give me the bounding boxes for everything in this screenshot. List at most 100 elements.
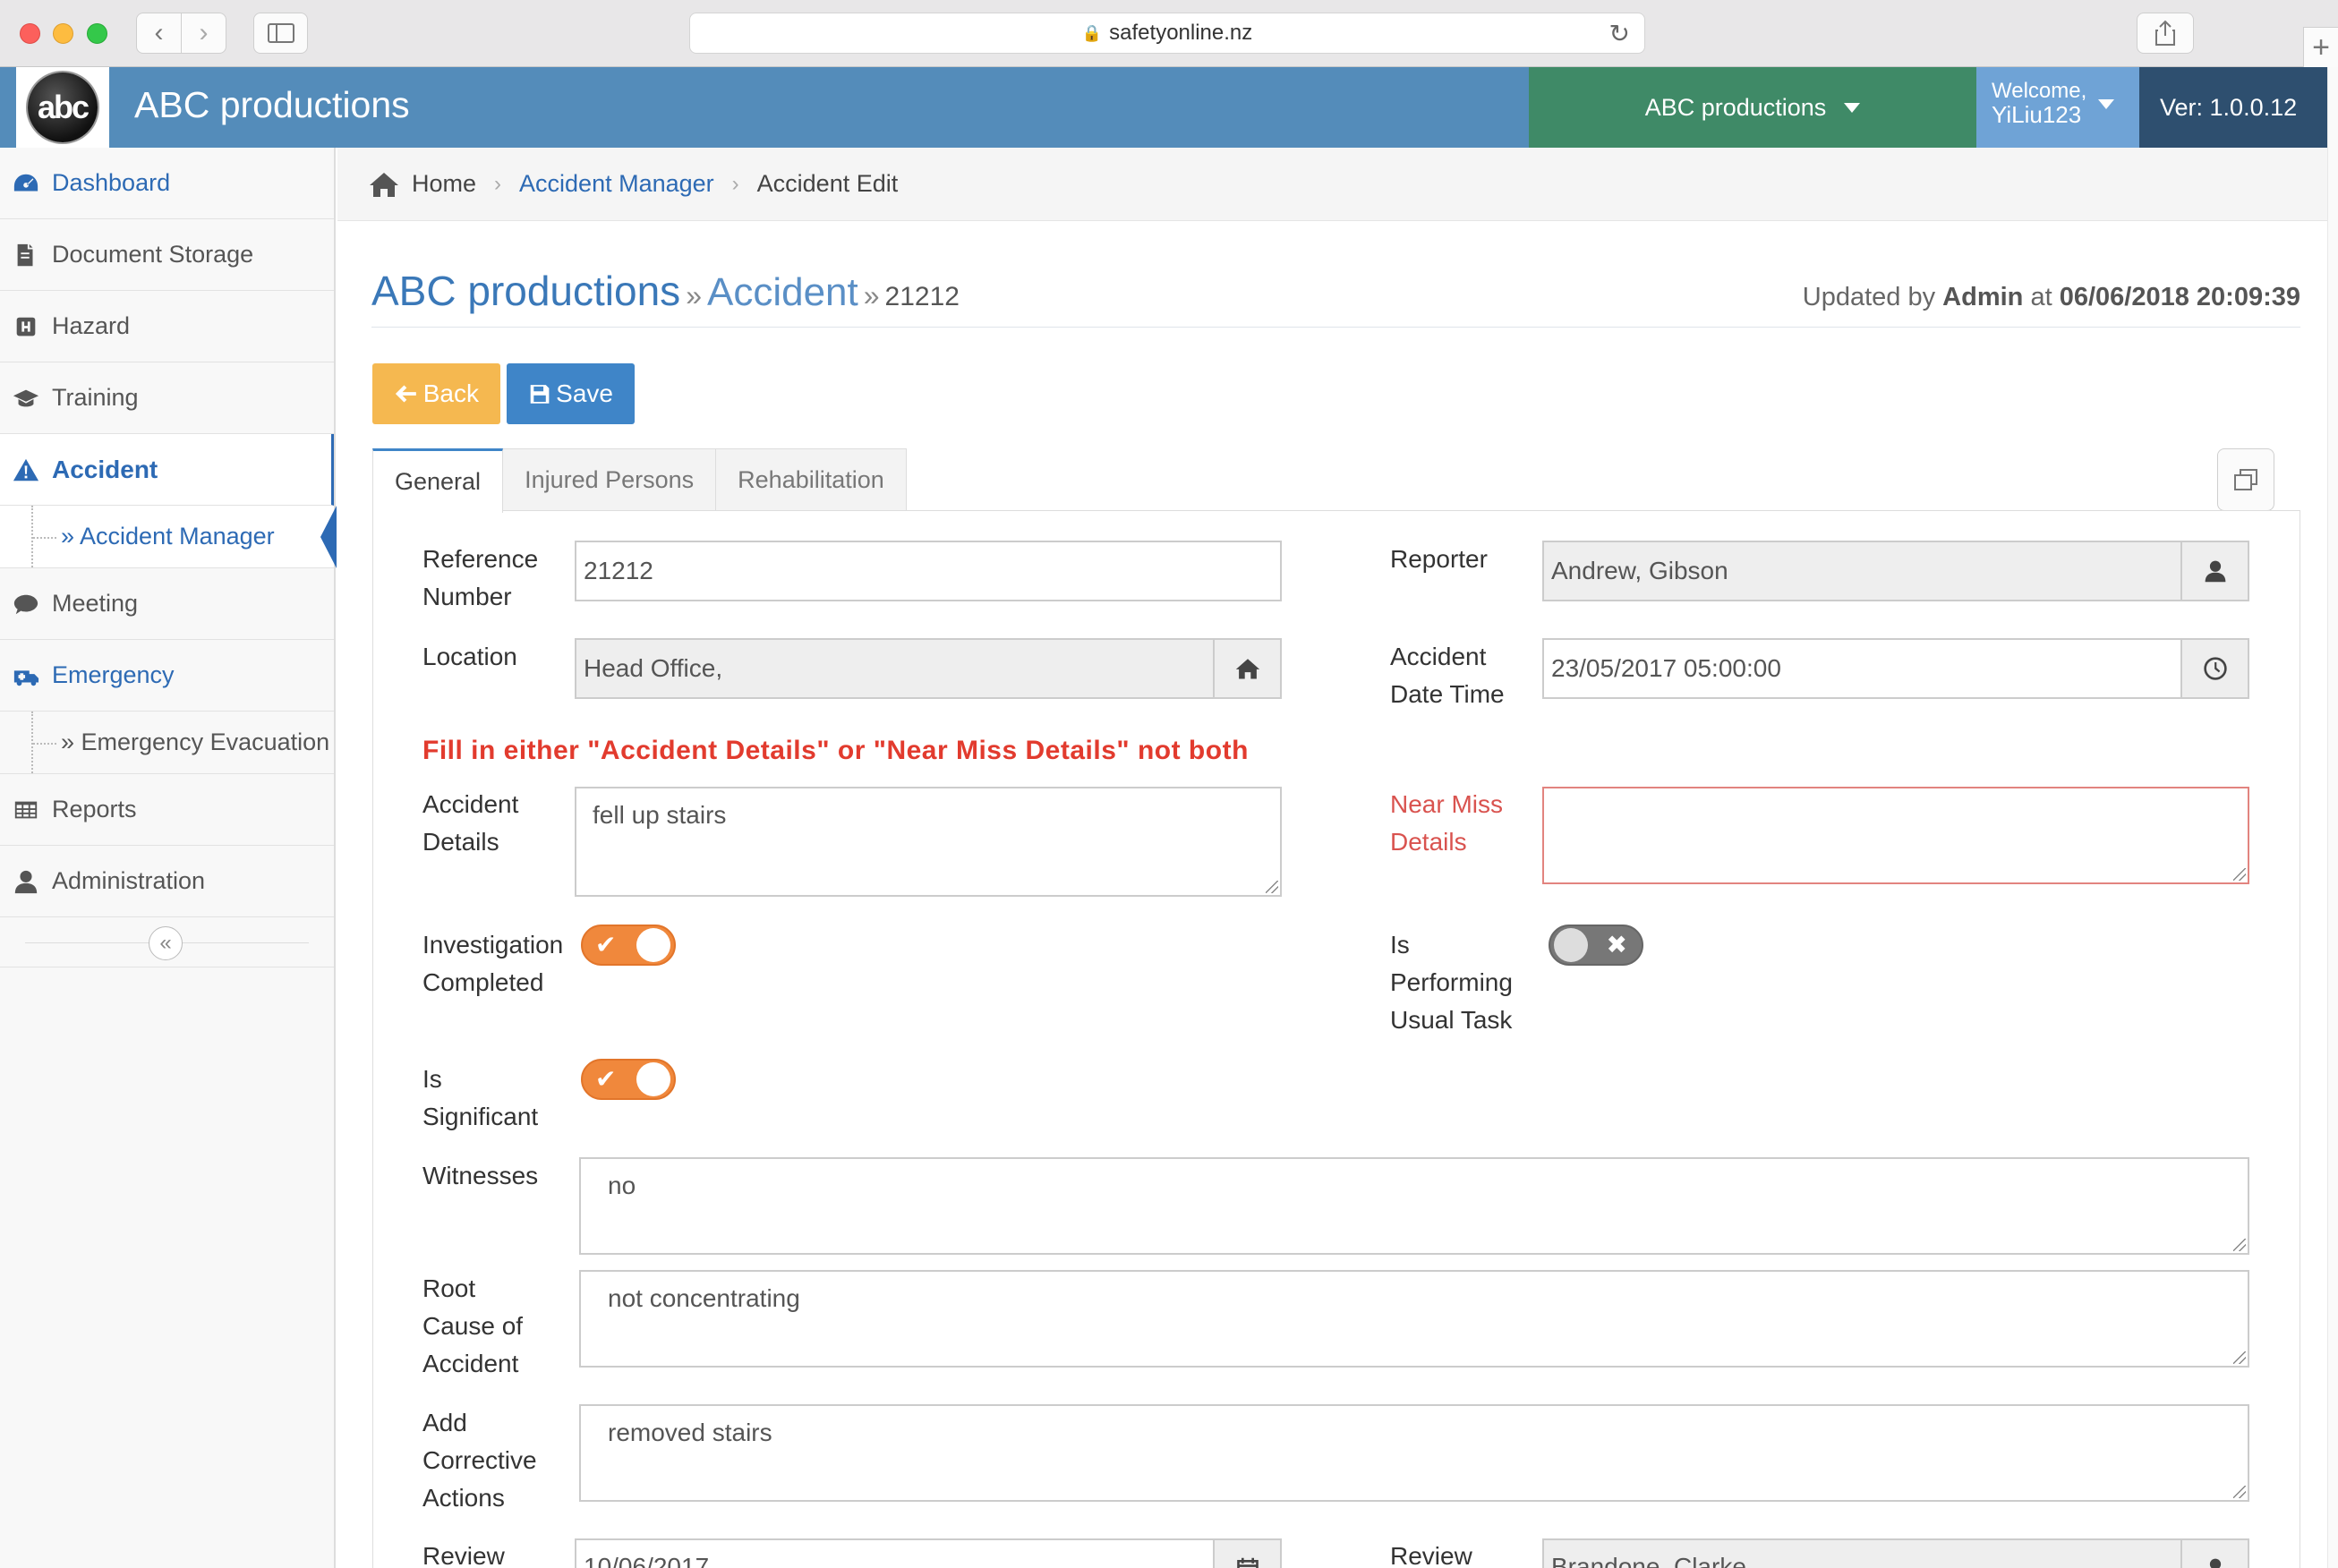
browser-forward-button[interactable]: › — [181, 13, 226, 54]
chevron-right-icon: › — [199, 18, 209, 47]
sidebar-item-meeting[interactable]: Meeting — [0, 568, 334, 640]
calendar-icon — [1236, 1557, 1259, 1568]
label-line: Investigation — [422, 931, 564, 959]
user-menu-dropdown[interactable]: Welcome, YiLiu123 — [1976, 67, 2139, 148]
near-miss-details-textarea[interactable] — [1542, 787, 2249, 884]
breadcrumb-home[interactable]: Home — [412, 170, 476, 198]
updated-at: 06/06/2018 20:09:39 — [2059, 283, 2300, 311]
review-date-value: 10/06/2017 — [584, 1553, 710, 1568]
review-date-picker-button[interactable] — [1213, 1538, 1282, 1568]
location-picker-button[interactable] — [1213, 638, 1282, 699]
datetime-picker-button[interactable] — [2180, 638, 2249, 699]
page-title-record: 21212 — [884, 282, 960, 311]
sidebar-item-document-storage[interactable]: Document Storage — [0, 219, 334, 291]
clock-icon — [2203, 657, 2227, 680]
sidebar-icon — [267, 23, 294, 43]
sidebar-item-hazard[interactable]: Hazard — [0, 291, 334, 362]
witnesses-textarea[interactable]: no — [579, 1157, 2249, 1255]
reporter-picker-button[interactable] — [2180, 541, 2249, 601]
sidebar-item-label: Emergency — [52, 661, 175, 688]
label-line: Number — [422, 583, 512, 610]
logo-container[interactable]: abc — [16, 67, 109, 148]
sidebar-toggle-button[interactable] — [253, 13, 308, 54]
usual-task-toggle[interactable]: ✖ — [1549, 925, 1643, 966]
sidebar-item-reports[interactable]: Reports — [0, 774, 334, 846]
toggle-knob — [636, 1062, 670, 1096]
root-cause-label: Root Cause of Accident — [422, 1270, 523, 1383]
accident-details-textarea[interactable]: fell up stairs — [575, 787, 1282, 897]
sidebar-item-emergency[interactable]: Emergency — [0, 640, 334, 712]
label-line: Add — [422, 1409, 467, 1436]
reference-number-input[interactable]: 21212 — [575, 541, 1282, 601]
accident-datetime-value: 23/05/2017 05:00:00 — [1551, 654, 1781, 682]
resize-handle[interactable] — [2233, 1351, 2246, 1364]
reporter-value: Andrew, Gibson — [1551, 557, 1728, 584]
corrective-actions-textarea[interactable]: removed stairs — [579, 1404, 2249, 1502]
corrective-actions-label: Add Corrective Actions — [422, 1404, 537, 1517]
sidebar: Dashboard Document Storage Hazard Traini… — [0, 148, 337, 1568]
label-line: Near Miss — [1390, 790, 1504, 818]
comment-icon — [0, 591, 52, 618]
close-window-button[interactable] — [20, 23, 40, 44]
chevron-right-icon: › — [494, 171, 502, 196]
warning-icon — [0, 456, 52, 483]
tab-general[interactable]: General — [372, 448, 504, 513]
resize-handle[interactable] — [2233, 1239, 2246, 1251]
root-cause-value: not concentrating — [608, 1284, 800, 1312]
accident-datetime-input[interactable]: 23/05/2017 05:00:00 — [1542, 638, 2249, 699]
username: YiLiu123 — [1992, 101, 2082, 128]
browser-toolbar: ‹ › 🔒 safetyonline.nz ↻ + — [0, 0, 2338, 511]
sidebar-collapse-button[interactable]: « — [149, 926, 183, 960]
reporter-label: Reporter — [1390, 545, 1488, 573]
address-bar[interactable]: 🔒 safetyonline.nz ↻ — [689, 13, 1645, 54]
investigation-completed-toggle[interactable]: ✔ — [581, 925, 676, 966]
welcome-label: Welcome, — [1992, 79, 2087, 103]
dashboard-icon — [0, 170, 52, 197]
page-title-section: Accident — [706, 270, 858, 314]
check-icon: ✔ — [595, 1065, 617, 1093]
sidebar-item-dashboard[interactable]: Dashboard — [0, 148, 334, 219]
resize-handle[interactable] — [1266, 881, 1278, 893]
back-button[interactable]: Back — [372, 363, 500, 424]
sidebar-item-administration[interactable]: Administration — [0, 846, 334, 917]
sidebar-item-training[interactable]: Training — [0, 362, 334, 434]
url-text: safetyonline.nz — [1109, 21, 1253, 45]
share-button[interactable] — [2137, 13, 2194, 54]
witnesses-label: Witnesses — [422, 1162, 539, 1189]
tabs-icon — [2234, 469, 2257, 490]
org-selector-label: ABC productions — [1644, 93, 1827, 121]
minimize-window-button[interactable] — [53, 23, 73, 44]
logo-text: abc — [37, 89, 90, 125]
sidebar-item-accident-manager[interactable]: » Accident Manager — [0, 506, 337, 568]
updated-prefix: Updated by — [1802, 283, 1936, 311]
caret-down-icon — [1844, 102, 1861, 113]
accident-details-value: fell up stairs — [593, 801, 727, 829]
table-icon — [0, 797, 52, 823]
root-cause-textarea[interactable]: not concentrating — [579, 1270, 2249, 1368]
tab-overview-button[interactable] — [2217, 448, 2274, 511]
label-line: Cause of — [422, 1312, 524, 1340]
label-line: Details — [1390, 828, 1467, 856]
is-significant-label: Is Significant — [422, 1061, 538, 1136]
sidebar-item-accident[interactable]: Accident — [0, 434, 334, 506]
zoom-window-button[interactable] — [87, 23, 107, 44]
new-tab-button[interactable]: + — [2303, 27, 2338, 68]
breadcrumb-accident-manager[interactable]: Accident Manager — [519, 170, 714, 198]
accident-details-label: Accident Details — [422, 786, 518, 861]
tab-injured-persons[interactable]: Injured Persons — [502, 448, 717, 511]
reload-icon[interactable]: ↻ — [1609, 19, 1630, 48]
sidebar-item-emergency-evacuation[interactable]: » Emergency Evacuation — [0, 712, 334, 774]
page-scrollbar[interactable] — [2327, 67, 2338, 1568]
updated-at-prefix: at — [2030, 283, 2052, 311]
reviewer-picker-button[interactable] — [2180, 1538, 2249, 1568]
breadcrumb-current: Accident Edit — [756, 170, 899, 197]
review-date-input[interactable]: 10/06/2017 — [575, 1538, 1282, 1568]
resize-handle[interactable] — [2233, 1486, 2246, 1498]
user-icon — [2205, 560, 2225, 583]
resize-handle[interactable] — [2233, 868, 2246, 881]
org-selector-dropdown[interactable]: ABC productions — [1529, 67, 1976, 148]
tab-rehabilitation[interactable]: Rehabilitation — [715, 448, 907, 511]
is-significant-toggle[interactable]: ✔ — [581, 1059, 676, 1100]
browser-back-button[interactable]: ‹ — [136, 13, 182, 54]
save-button[interactable]: Save — [507, 363, 635, 424]
